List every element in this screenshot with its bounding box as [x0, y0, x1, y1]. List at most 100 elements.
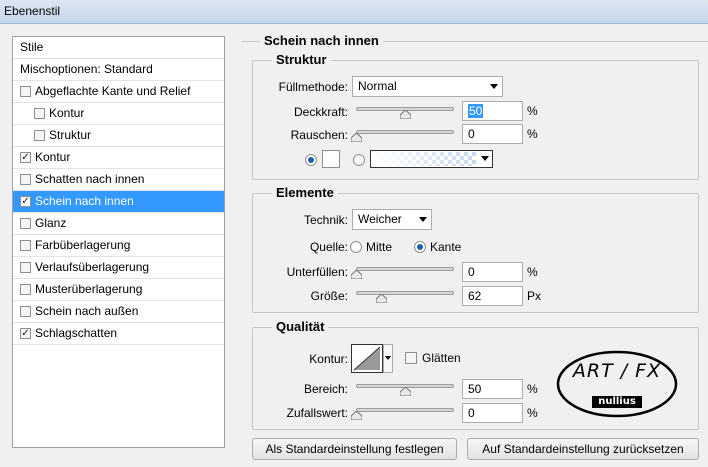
groesse-unit: Px [527, 289, 542, 303]
style-list-label: Musterüberlagerung [35, 282, 143, 296]
style-list-label: Struktur [49, 128, 92, 142]
color-radio[interactable] [305, 154, 317, 166]
technik-value: Weicher [358, 212, 402, 226]
deckkraft-unit: % [527, 104, 538, 118]
style-checkbox[interactable] [20, 262, 31, 273]
deckkraft-label: Deckkraft: [293, 105, 348, 119]
style-list-label: Schein nach innen [35, 194, 134, 208]
deckkraft-value: 50 [468, 104, 484, 118]
unterfuellen-input[interactable]: 0 [462, 262, 523, 282]
quelle-label: Quelle: [309, 240, 348, 254]
style-list-item[interactable]: Glanz [13, 213, 224, 235]
style-list-item[interactable]: ✓ Schein nach innen [13, 191, 224, 213]
artfx-logo: ART / FX nullius [556, 346, 678, 418]
style-checkbox[interactable] [20, 284, 31, 295]
unterfuellen-slider-thumb[interactable] [351, 270, 362, 279]
fuellmethode-label: Füllmethode: [278, 80, 348, 94]
glaetten-checkbox[interactable] [405, 352, 417, 364]
groesse-slider[interactable] [356, 291, 454, 295]
zufallswert-slider[interactable] [356, 408, 454, 412]
fuellmethode-dropdown[interactable]: Normal [352, 76, 503, 97]
bereich-slider-thumb[interactable] [400, 387, 411, 396]
reset-default-button[interactable]: Auf Standardeinstellung zurücksetzen [467, 438, 699, 460]
style-checkbox[interactable]: ✓ [20, 328, 31, 339]
style-checkbox[interactable] [34, 108, 45, 119]
style-list-label: Stile [20, 40, 44, 54]
style-checkbox[interactable] [20, 218, 31, 229]
zufallswert-label: Zufallswert: [286, 406, 348, 420]
set-default-button[interactable]: Als Standardeinstellung festlegen [252, 438, 457, 460]
style-checkbox[interactable] [20, 306, 31, 317]
style-list-label: Schlagschatten [35, 326, 118, 340]
style-list-label: Mischoptionen: Standard [20, 62, 153, 76]
fuellmethode-value: Normal [358, 79, 397, 93]
style-list-item[interactable]: Farbüberlagerung [13, 235, 224, 257]
panel-title: Schein nach innen [260, 33, 383, 48]
style-list-item[interactable]: Kontur [13, 103, 224, 125]
rauschen-input[interactable]: 0 [462, 124, 523, 144]
glaetten-label: Glätten [422, 351, 461, 365]
style-checkbox[interactable] [20, 86, 31, 97]
style-list-item[interactable]: Verlaufsüberlagerung [13, 257, 224, 279]
bereich-label: Bereich: [303, 382, 348, 396]
technik-label: Technik: [303, 213, 348, 227]
title-bar: Ebenenstil [0, 0, 708, 24]
groesse-label: Größe: [310, 289, 348, 303]
zufallswert-slider-thumb[interactable] [351, 411, 362, 420]
style-checkbox[interactable]: ✓ [20, 196, 31, 207]
quelle-kante-radio[interactable] [414, 241, 426, 253]
unterfuellen-label: Unterfüllen: [286, 265, 348, 279]
zufallswert-input[interactable]: 0 [462, 403, 523, 423]
bereich-unit: % [527, 382, 538, 396]
contour-picker[interactable] [351, 344, 383, 373]
chevron-down-icon [481, 156, 489, 161]
style-list-item[interactable]: Mischoptionen: Standard [13, 59, 224, 81]
technik-dropdown[interactable]: Weicher [352, 209, 432, 230]
gradient-preview [372, 152, 476, 166]
quelle-mitte-label: Mitte [366, 240, 393, 254]
style-list-label: Schatten nach innen [35, 172, 145, 186]
unterfuellen-slider[interactable] [356, 267, 454, 271]
style-list-label: Glanz [35, 216, 67, 230]
style-list-label: Kontur [35, 150, 71, 164]
style-checkbox[interactable]: ✓ [20, 152, 31, 163]
deckkraft-input[interactable]: 50 [462, 101, 523, 121]
color-swatch[interactable] [322, 150, 340, 168]
contour-curve-icon [353, 346, 381, 371]
logo-subtext: nullius [598, 396, 636, 407]
style-list-item[interactable]: Schein nach außen [13, 301, 224, 323]
style-list-item[interactable]: ✓ Schlagschatten [13, 323, 224, 345]
gradient-picker[interactable] [370, 150, 493, 168]
quelle-kante-label: Kante [430, 240, 462, 254]
style-checkbox[interactable] [20, 174, 31, 185]
style-checkbox[interactable] [34, 130, 45, 141]
unterfuellen-unit: % [527, 265, 538, 279]
style-list-label: Abgeflachte Kante und Relief [35, 84, 191, 98]
style-list-label: Verlaufsüberlagerung [35, 260, 150, 274]
style-list-label: Schein nach außen [35, 304, 139, 318]
kontur-label: Kontur: [309, 352, 348, 366]
rauschen-slider-thumb[interactable] [351, 133, 362, 142]
chevron-down-icon [385, 356, 391, 360]
quelle-mitte-radio[interactable] [350, 241, 362, 253]
style-checkbox[interactable] [20, 240, 31, 251]
chevron-down-icon [419, 217, 427, 222]
rauschen-label: Rauschen: [290, 128, 348, 142]
groesse-input[interactable]: 62 [462, 286, 523, 306]
style-list-item[interactable]: Musterüberlagerung [13, 279, 224, 301]
window-title: Ebenenstil [4, 4, 61, 18]
contour-dropdown[interactable] [383, 344, 393, 373]
qualitaet-title: Qualität [272, 319, 329, 334]
groesse-slider-thumb[interactable] [375, 294, 387, 303]
gradient-radio[interactable] [353, 154, 365, 166]
style-list-item[interactable]: Stile [13, 37, 224, 59]
deckkraft-slider-thumb[interactable] [400, 110, 411, 119]
style-list-item[interactable]: Schatten nach innen [13, 169, 224, 191]
rauschen-slider[interactable] [356, 130, 454, 134]
elemente-title: Elemente [272, 185, 338, 200]
style-list-item[interactable]: Struktur [13, 125, 224, 147]
bereich-input[interactable]: 50 [462, 379, 523, 399]
style-list-item[interactable]: Abgeflachte Kante und Relief [13, 81, 224, 103]
style-list: Stile Mischoptionen: Standard Abgeflachte … [12, 36, 225, 448]
style-list-item[interactable]: ✓ Kontur [13, 147, 224, 169]
